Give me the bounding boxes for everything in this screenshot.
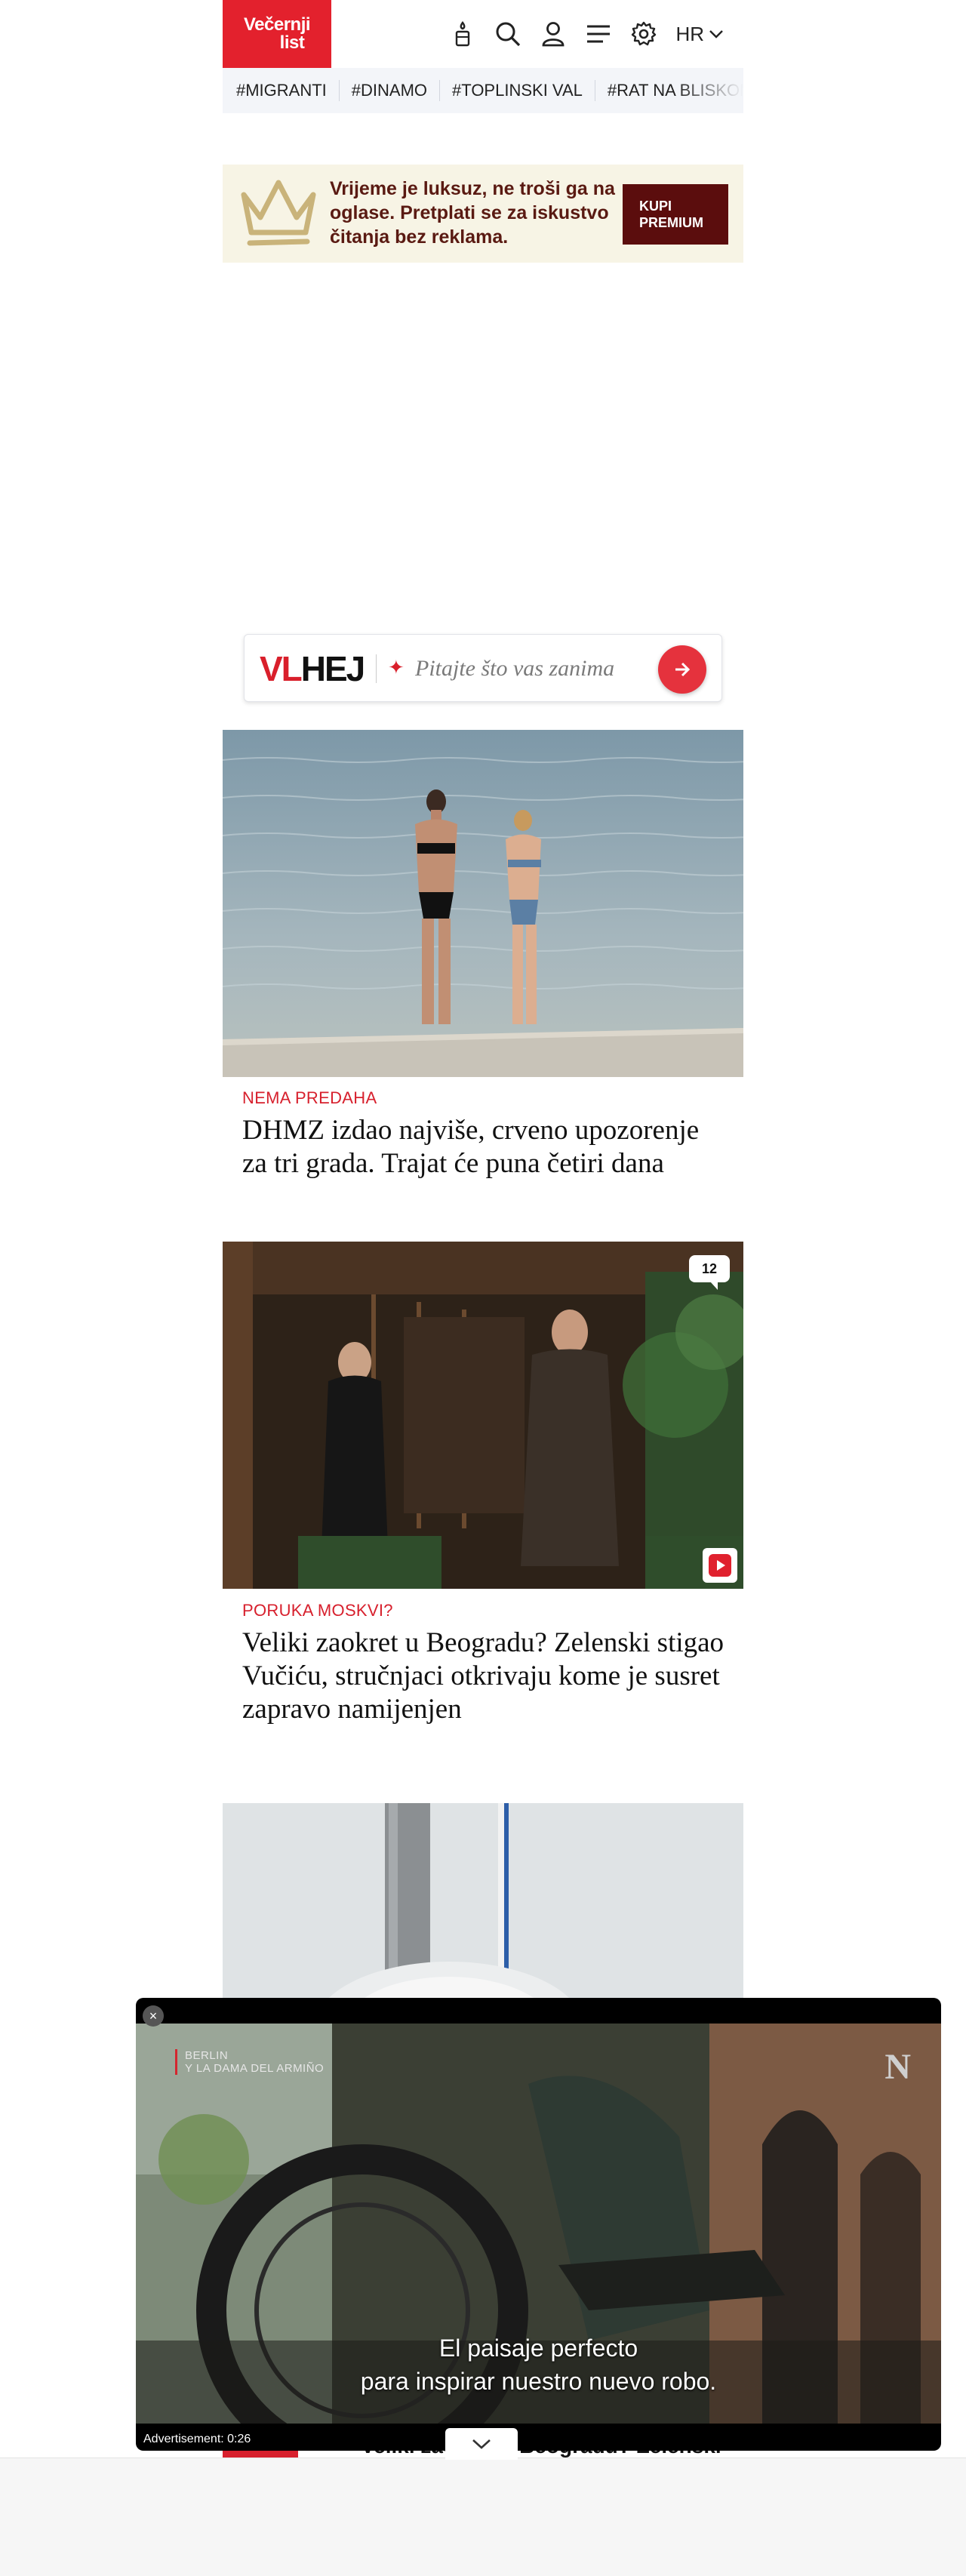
vlhej-logo-vl: VL bbox=[260, 649, 303, 688]
logo-line1: Večernji bbox=[243, 14, 311, 35]
chevron-down-icon bbox=[709, 30, 723, 38]
netflix-logo-icon: N bbox=[884, 2047, 911, 2087]
logo-line2: list bbox=[279, 32, 305, 53]
video-subtitle-line2: para inspirar nuestro nuevo robo. bbox=[360, 2368, 717, 2395]
bottom-sticky-bar bbox=[0, 2458, 966, 2576]
tag-link[interactable]: #TOPLINSKI VAL bbox=[439, 80, 595, 101]
candle-icon[interactable] bbox=[449, 20, 476, 48]
comment-count-badge[interactable]: 12 bbox=[689, 1255, 730, 1290]
vlhej-divider bbox=[376, 654, 377, 683]
buy-premium-line1: KUPI bbox=[639, 199, 672, 214]
sparkle-icon: ✦ bbox=[388, 656, 405, 679]
crown-icon bbox=[241, 180, 316, 246]
article-image-meeting[interactable]: 12 bbox=[223, 1242, 743, 1589]
article-kicker[interactable]: PORUKA MOSKVI? bbox=[242, 1601, 393, 1620]
user-icon[interactable] bbox=[540, 20, 567, 48]
chevron-down-icon bbox=[472, 2439, 491, 2449]
vlhej-logo-hej: HEJ bbox=[300, 649, 365, 688]
video-title: BERLIN Y LA DAMA DEL ARMIÑO bbox=[175, 2049, 324, 2075]
trending-tags: #MIGRANTI #DINAMO #TOPLINSKI VAL #RAT NA… bbox=[223, 68, 743, 113]
video-ad-player[interactable]: BERLIN Y LA DAMA DEL ARMIÑO N El paisaje… bbox=[136, 1998, 941, 2451]
article-image-airport[interactable] bbox=[223, 1803, 743, 2030]
video-frame: BERLIN Y LA DAMA DEL ARMIÑO N El paisaje… bbox=[136, 2024, 941, 2424]
buy-premium-line2: PREMIUM bbox=[639, 215, 703, 230]
tag-link[interactable]: #DINAMO bbox=[338, 80, 439, 101]
tags-fade bbox=[675, 68, 743, 113]
vlhej-logo: VLHEJ bbox=[260, 649, 365, 688]
article-headline[interactable]: Veliki zaokret u Beogradu? Zelenski stig… bbox=[242, 1627, 725, 1726]
video-title-line2: Y LA DAMA DEL ARMIÑO bbox=[185, 2062, 325, 2075]
video-play-button[interactable] bbox=[703, 1548, 737, 1583]
site-logo[interactable]: Večernji list bbox=[223, 0, 331, 68]
buy-premium-button[interactable]: KUPI PREMIUM bbox=[623, 184, 728, 245]
video-title-line1: BERLIN bbox=[185, 2049, 229, 2062]
search-icon[interactable] bbox=[494, 20, 521, 48]
article-headline[interactable]: DHMZ izdao najviše, crveno upozorenje za… bbox=[242, 1114, 725, 1180]
video-subtitle-line1: El paisaje perfecto bbox=[438, 2334, 638, 2362]
collapse-ad-button[interactable] bbox=[445, 2428, 518, 2460]
language-selector[interactable]: HR bbox=[675, 23, 724, 46]
language-label: HR bbox=[675, 22, 704, 45]
vlhej-submit-button[interactable] bbox=[658, 645, 706, 694]
arrow-right-icon bbox=[675, 662, 691, 677]
site-header: Večernji list HR bbox=[223, 0, 743, 68]
tag-link[interactable]: #MIGRANTI bbox=[223, 80, 339, 101]
settings-icon[interactable] bbox=[630, 20, 657, 48]
premium-banner: Vrijeme je luksuz, ne troši ga na oglase… bbox=[223, 165, 743, 263]
menu-icon[interactable] bbox=[585, 20, 612, 48]
play-icon bbox=[709, 1554, 731, 1577]
premium-text: Vrijeme je luksuz, ne troši ga na oglase… bbox=[330, 178, 615, 248]
vlhej-search-box: VLHEJ ✦ bbox=[244, 634, 722, 702]
article-image-beach[interactable] bbox=[223, 730, 743, 1077]
article-kicker[interactable]: NEMA PREDAHA bbox=[242, 1088, 377, 1108]
header-actions: HR bbox=[449, 17, 724, 51]
vlhej-question-input[interactable] bbox=[415, 653, 657, 685]
close-icon[interactable]: × bbox=[143, 2005, 164, 2027]
ad-countdown-label: Advertisement: 0:26 bbox=[143, 2433, 251, 2445]
